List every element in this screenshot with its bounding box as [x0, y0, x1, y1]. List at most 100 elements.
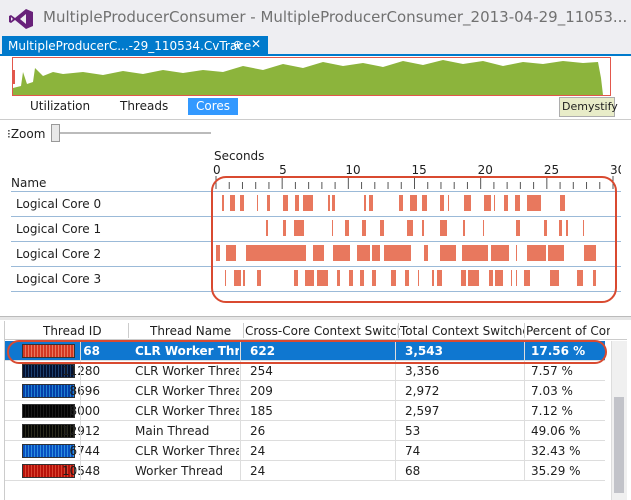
core-activity-segment [267, 195, 270, 211]
core-activity-segment [256, 245, 262, 261]
cell-id: 8000 [69, 404, 100, 418]
core-activity-segment [560, 195, 565, 211]
column-separator [80, 361, 81, 381]
cell-cross: 26 [250, 424, 266, 438]
column-separator [395, 341, 396, 361]
core-activity-segment [380, 220, 384, 236]
cell-percent: 7.03 % [531, 384, 573, 398]
column-separator [524, 341, 525, 361]
core-activity-segment [318, 270, 321, 286]
core-activity-segment [527, 195, 529, 211]
core-activity-segment [409, 220, 413, 236]
core-activity-segment [372, 245, 375, 261]
header-thread-name[interactable]: Thread Name [150, 324, 245, 338]
core-activity-segment [566, 220, 568, 236]
core-activity-segment [516, 270, 517, 286]
core-activity-segment [516, 245, 517, 261]
column-separator [80, 441, 81, 461]
core-activity-segment [495, 270, 500, 286]
table-row[interactable]: 10548 Worker Thread 24 68 35.29 % [5, 461, 605, 481]
table-row[interactable]: 11280 CLR Worker Thread 254 3,356 7.57 % [5, 361, 605, 381]
core-activity-segment [317, 270, 318, 286]
core-activity-segment [527, 245, 529, 261]
core-activity-segment [524, 270, 529, 286]
core-activity-segment [440, 245, 448, 261]
header-separator [243, 323, 244, 338]
core-activity-segment [558, 245, 564, 261]
core-activity-segment [243, 270, 245, 286]
cell-name: CLR Worker Thread [135, 404, 239, 418]
core-activity-segment [333, 245, 342, 261]
scrollbar-thumb[interactable] [614, 397, 624, 493]
table-row[interactable]: 12912 Main Thread 26 53 49.06 % [5, 421, 605, 441]
core-activity-segment [529, 245, 539, 261]
table-row[interactable]: 68 CLR Worker Threa 622 3,543 17.56 % [5, 341, 605, 361]
column-separator [395, 441, 396, 461]
core-activity-segment [216, 245, 220, 261]
cell-name: Worker Thread [135, 464, 224, 478]
column-separator [240, 381, 241, 401]
core-activity-segment [472, 270, 474, 286]
cell-cross: 24 [250, 464, 266, 478]
core-activity-segment [594, 270, 596, 286]
core-activity-segment [364, 195, 366, 211]
core-activity-segment [308, 195, 313, 211]
core-activity-segment [537, 195, 541, 211]
core-activity-segment [535, 195, 537, 211]
core-activity-segment [407, 220, 409, 236]
core-activity-segment [342, 245, 347, 261]
header-percent[interactable]: Percent of Cont [526, 324, 610, 338]
pane-splitter[interactable] [0, 316, 631, 320]
core-activity-segment [468, 270, 472, 286]
core-activity-segment [313, 270, 314, 286]
core-activity-segment [300, 220, 304, 236]
core-activity-segment [384, 245, 389, 261]
core-activity-segment [432, 270, 434, 286]
core-activity-segment [475, 245, 478, 261]
core-activity-segment [469, 245, 474, 261]
core-activity-segment [313, 245, 321, 261]
core-activity-segment [291, 245, 300, 261]
column-separator [395, 361, 396, 381]
core-activity-segment [337, 270, 340, 286]
core-activity-segment [577, 270, 581, 286]
column-separator [524, 401, 525, 421]
core-activity-segment [372, 270, 376, 286]
header-separator [128, 323, 129, 338]
core-activity-segment [440, 195, 444, 211]
column-separator [80, 341, 81, 361]
core-activity-segment [349, 270, 352, 286]
cell-percent: 35.29 % [531, 464, 581, 478]
core-activity-segment [487, 195, 489, 211]
core-activity-segment [548, 245, 553, 261]
table-row[interactable]: 6744 CLR Worker Thread 24 74 32.43 % [5, 441, 605, 461]
cell-id: 8696 [69, 384, 100, 398]
core-activity-segment [294, 220, 296, 236]
table-row[interactable]: 8696 CLR Worker Thread 209 2,972 7.03 % [5, 381, 605, 401]
cell-id: 12912 [62, 424, 100, 438]
core-activity-segment [516, 220, 518, 236]
core-activity-segment [534, 195, 535, 211]
core-activity-segment [504, 195, 508, 211]
column-separator [524, 381, 525, 401]
core-activity-segment [308, 270, 309, 286]
core-activity-segment [515, 195, 520, 211]
header-separator [524, 323, 525, 338]
header-total-switches[interactable]: Total Context Switches [400, 324, 525, 338]
core-activity-segment [395, 245, 403, 261]
core-activity-segment [282, 245, 286, 261]
table-row[interactable]: 8000 CLR Worker Thread 185 2,597 7.12 % [5, 401, 605, 421]
core-activity-segment [249, 245, 253, 261]
core-activity-segment [283, 220, 286, 236]
core-activity-segment [474, 245, 475, 261]
core-activity-segment [443, 220, 447, 236]
core-activity-segment [230, 195, 235, 211]
column-separator [395, 461, 396, 481]
core-activity-segment [246, 245, 249, 261]
core-activity-segment [424, 245, 428, 261]
header-cross-core[interactable]: Cross-Core Context Switches [245, 324, 400, 338]
core-activity-segment [362, 220, 366, 236]
header-thread-id[interactable]: Thread ID [43, 324, 123, 338]
cell-total: 53 [405, 424, 421, 438]
core-activity-segment [321, 245, 324, 261]
